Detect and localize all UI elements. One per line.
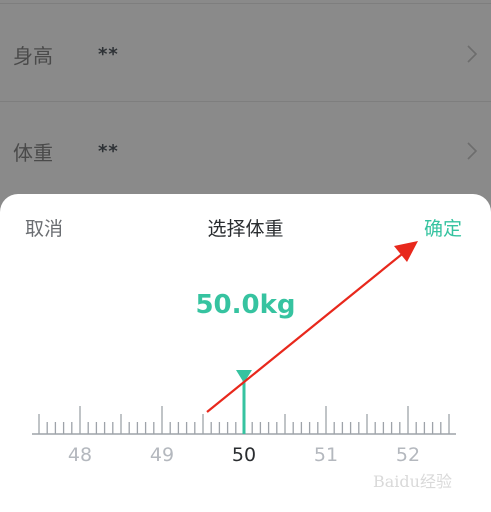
ruler-label-49: 49 [150,444,174,466]
weight-picker-sheet: 取消 选择体重 确定 50.0kg 48 49 50 51 52 [0,194,491,512]
ruler-label-52: 52 [396,444,420,466]
height-row[interactable]: 身高 ** [0,6,491,102]
weight-row[interactable]: 体重 ** [0,103,491,199]
ruler-label-51: 51 [314,444,338,466]
divider [0,3,491,4]
watermark: Baidu经验 [373,472,452,491]
height-label: 身高 [13,43,53,68]
weight-label: 体重 [13,140,53,165]
ruler-labels: 48 49 50 51 52 [68,444,420,466]
weight-ruler[interactable]: 48 49 50 51 52 [0,194,491,512]
ruler-label-48: 48 [68,444,92,466]
chevron-right-icon [467,142,478,160]
divider [0,101,491,102]
indicator-triangle-icon [236,370,252,383]
ruler-label-50: 50 [232,444,256,466]
height-value: ** [98,43,119,65]
chevron-right-icon [467,45,478,63]
weight-value: ** [98,140,119,162]
ruler-indicator[interactable] [236,370,252,434]
